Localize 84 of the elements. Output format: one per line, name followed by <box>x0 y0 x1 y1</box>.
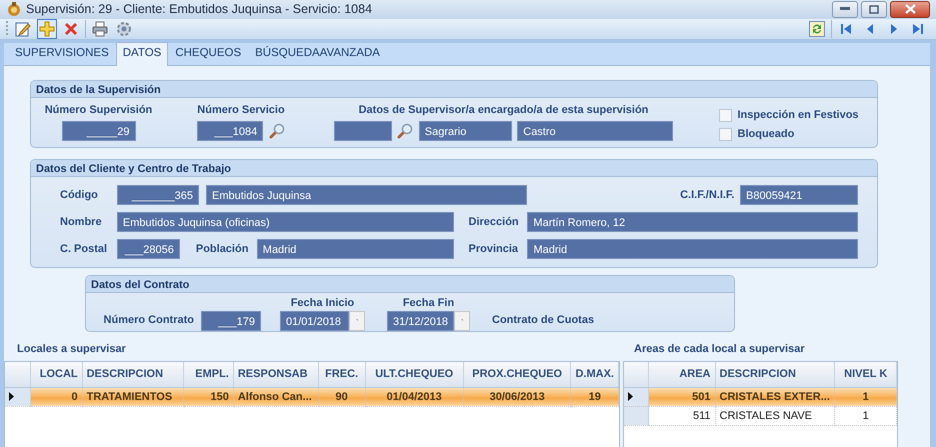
first-name-field[interactable]: Sagrario <box>418 121 512 141</box>
column-header[interactable]: AREA <box>648 362 715 388</box>
field-label: Provincia <box>468 242 520 256</box>
supervisor-code-field[interactable] <box>334 121 392 141</box>
table-cell: CRISTALES NAVE <box>715 406 835 426</box>
field-label: Fecha Inicio <box>290 296 354 311</box>
field-label: Dirección <box>468 214 520 230</box>
maximize-button[interactable] <box>861 0 887 18</box>
app-icon <box>6 1 22 18</box>
field-label: Datos de Supervisor/a encargado/a de esta supervisión <box>358 102 648 118</box>
field-label: Contrato de Cuotas <box>492 312 594 328</box>
tab[interactable]: SUPERVISIONES <box>8 42 116 65</box>
table-cell: 01/04/2013 <box>365 387 464 406</box>
column-header[interactable]: LOCAL <box>30 362 82 388</box>
search-icon[interactable] <box>397 123 414 139</box>
checkbox-label: Bloqueado <box>738 127 794 142</box>
table-cell: 150 <box>184 387 234 406</box>
group-title: Datos del Cliente y Centro de Trabajo <box>36 162 231 175</box>
table-cell: 1 <box>834 406 896 426</box>
table-cell: CRISTALES EXTER... <box>715 387 835 406</box>
contract-number-field[interactable]: ___179 <box>201 311 261 332</box>
field-label: C. Postal <box>60 242 108 256</box>
print-icon[interactable] <box>90 18 110 39</box>
window-title: Supervisión: 29 - Cliente: Embutidos Juquinsa - Servicio: 1084 <box>26 1 372 18</box>
checkbox[interactable] <box>719 128 732 141</box>
field-label: Código <box>60 188 99 202</box>
group-title: Datos de la Supervisión <box>36 84 161 96</box>
tab[interactable]: BÚSQUEDAAVANZADA <box>248 42 387 65</box>
column-header[interactable]: NIVEL K <box>834 362 896 388</box>
tab[interactable]: DATOS <box>116 42 168 66</box>
tax-id-field[interactable]: B80059421 <box>740 184 858 205</box>
grid-title: Locales a supervisar <box>17 342 126 357</box>
table-cell: 90 <box>318 387 365 406</box>
column-header[interactable]: ULT.CHEQUEO <box>365 362 464 388</box>
maximize-icon <box>869 4 879 14</box>
search-icon[interactable] <box>268 123 285 139</box>
close-icon <box>904 4 916 14</box>
column-header[interactable]: RESPONSAB <box>233 362 318 388</box>
column-header[interactable]: D.MAX. <box>570 362 618 388</box>
checkbox-label: Inspección en Festivos <box>738 108 859 123</box>
service-number-field[interactable]: ___1084 <box>197 121 264 141</box>
date-field[interactable]: 01/01/2018 <box>280 311 349 332</box>
field-label: Número Contrato <box>102 312 194 328</box>
field-label: Fecha Fin <box>402 296 454 311</box>
column-header[interactable]: FREC. <box>318 362 365 388</box>
current-row-icon <box>9 392 14 402</box>
address-field[interactable]: Martín Romero, 12 <box>527 212 858 232</box>
table-cell: 501 <box>648 387 715 406</box>
column-header[interactable]: PROX.CHEQUEO <box>463 362 571 388</box>
supervision-number-field[interactable]: _____29 <box>62 121 136 141</box>
field-label: Número Supervisión <box>44 102 152 118</box>
field-label: Población <box>196 242 250 256</box>
column-header[interactable]: EMPL. <box>184 362 234 388</box>
client-name-field[interactable]: Embutidos Juquinsa <box>206 184 527 205</box>
field-label: C.I.F./N.I.F. <box>680 188 734 202</box>
add-icon[interactable] <box>37 18 57 39</box>
refresh-icon[interactable] <box>807 18 827 39</box>
town-field[interactable]: Madrid <box>256 238 454 259</box>
table-cell: 1 <box>834 387 896 406</box>
table-cell: 19 <box>570 387 618 406</box>
date-field[interactable]: 31/12/2018 <box>387 311 454 332</box>
minimize-button[interactable] <box>832 0 858 18</box>
minimize-icon <box>840 7 850 12</box>
column-header[interactable]: DESCRIPCION <box>82 362 184 388</box>
group-title: Datos del Contrato <box>91 278 190 291</box>
column-header[interactable]: DESCRIPCION <box>715 362 835 388</box>
current-row-icon <box>628 392 633 402</box>
field-label: Nombre <box>60 214 103 230</box>
grip-icon <box>6 20 9 38</box>
table-cell: TRATAMIENTOS <box>82 387 184 406</box>
code-field[interactable]: _______365 <box>117 184 199 205</box>
checkbox[interactable] <box>719 108 732 122</box>
tab[interactable]: CHEQUEOS <box>168 42 248 65</box>
table-cell: 0 <box>30 387 82 406</box>
last-name-field[interactable]: Castro <box>517 121 674 141</box>
table-cell: 30/06/2013 <box>463 387 571 406</box>
grid-title: Areas de cada local a supervisar <box>634 342 805 357</box>
table-cell: 511 <box>648 406 715 426</box>
close-button[interactable] <box>890 0 930 18</box>
name-field[interactable]: Embutidos Juquinsa (oficinas) <box>116 212 454 232</box>
table-cell: Alfonso Can... <box>233 387 318 406</box>
province-field[interactable]: Madrid <box>527 238 858 259</box>
field-label: Número Servicio <box>197 102 285 118</box>
postal-code-field[interactable]: ___28056 <box>116 238 180 259</box>
